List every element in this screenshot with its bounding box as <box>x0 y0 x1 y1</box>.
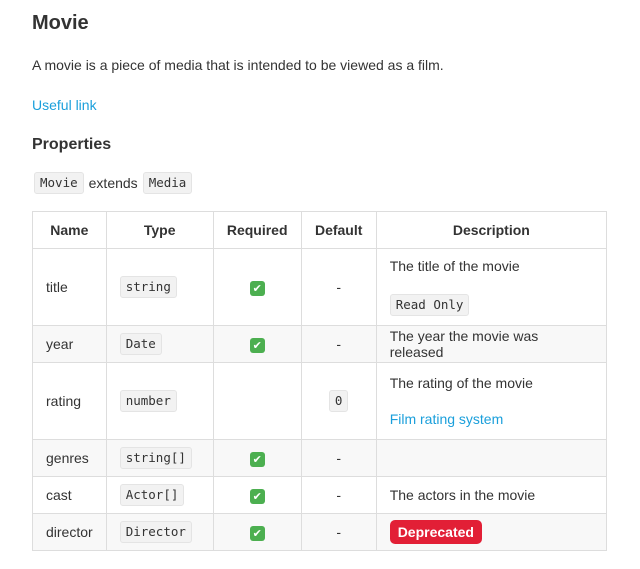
column-header-name: Name <box>32 211 107 249</box>
table-row: title string ✔ - The title of the movie … <box>32 248 608 326</box>
column-header-type: Type <box>105 211 214 249</box>
properties-table: Name Type Required Default Description t… <box>32 211 608 551</box>
check-mark-icon: ✔ <box>249 451 265 467</box>
row-type-code: string[] <box>119 447 192 469</box>
check-mark-icon: ✔ <box>249 280 265 296</box>
column-header-description: Description <box>375 211 608 249</box>
check-mark-icon: ✔ <box>249 337 265 353</box>
properties-heading: Properties <box>32 136 112 153</box>
row-name: title <box>32 248 107 326</box>
read-only-code: Read Only <box>389 294 470 316</box>
row-name: rating <box>32 362 107 440</box>
extends-keyword: extends <box>88 175 138 191</box>
useful-link[interactable]: Useful link <box>32 97 97 113</box>
row-type-code: Date <box>119 333 162 355</box>
extends-line: Movie extends Media <box>34 172 193 194</box>
check-mark-icon: ✔ <box>249 488 265 504</box>
row-required <box>212 362 302 440</box>
row-default: - <box>300 325 377 363</box>
row-name: year <box>32 325 107 363</box>
row-default: - <box>300 476 377 514</box>
table-row: cast Actor[] ✔ - The actors in the movie <box>32 476 608 514</box>
type-code: Movie <box>34 172 84 194</box>
film-rating-link[interactable]: Film rating system <box>390 411 504 427</box>
table-row: year Date ✔ - The year the movie was rel… <box>32 325 608 363</box>
row-description <box>375 439 608 477</box>
deprecated-badge: Deprecated <box>389 520 482 544</box>
default-value-code: 0 <box>328 390 349 412</box>
row-description: The rating of the movie <box>389 375 533 391</box>
row-default: - <box>300 439 377 477</box>
table-row: director Director ✔ - Deprecated <box>32 513 608 551</box>
column-header-default: Default <box>300 211 377 249</box>
row-description: The year the movie was released <box>375 325 608 363</box>
row-type-code: Actor[] <box>119 484 185 506</box>
table-row: rating number 0 The rating of the movie … <box>32 362 608 440</box>
page-description: A movie is a piece of media that is inte… <box>32 57 444 73</box>
check-mark-icon: ✔ <box>249 525 265 541</box>
table-header-row: Name Type Required Default Description <box>32 211 608 249</box>
row-default: - <box>300 513 377 551</box>
column-header-required: Required <box>212 211 302 249</box>
row-name: director <box>32 513 107 551</box>
row-default: - <box>300 248 377 326</box>
base-type-code: Media <box>142 172 193 194</box>
row-type-code: Director <box>119 521 192 543</box>
row-description: The title of the movie <box>389 258 520 274</box>
page-title: Movie <box>32 12 89 34</box>
table-row: genres string[] ✔ - <box>32 439 608 477</box>
row-type-code: string <box>119 276 177 298</box>
row-name: cast <box>32 476 107 514</box>
row-name: genres <box>32 439 107 477</box>
row-description: The actors in the movie <box>375 476 608 514</box>
row-type-code: number <box>119 390 177 412</box>
